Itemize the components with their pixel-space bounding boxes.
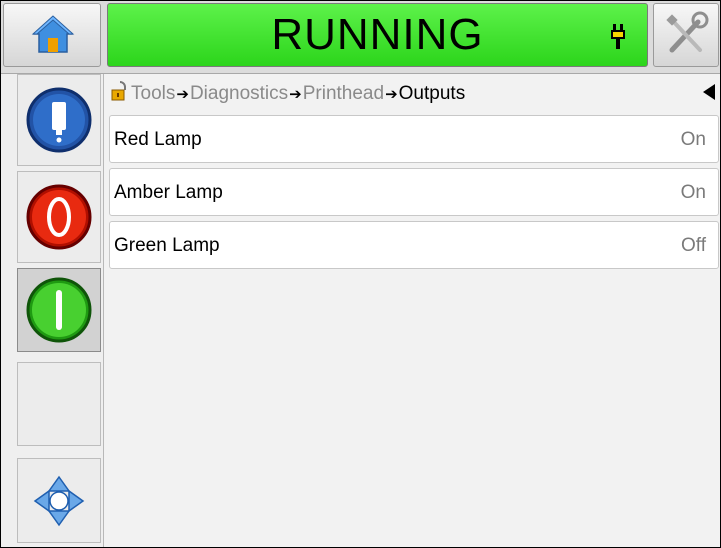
breadcrumb-item-printhead[interactable]: Printhead bbox=[303, 83, 384, 104]
home-button[interactable] bbox=[3, 3, 101, 67]
ink-status-button[interactable] bbox=[17, 74, 101, 166]
app-frame: RUNNING Tools➔Diagnostics➔Printhead➔Outp… bbox=[0, 0, 721, 548]
output-label: Amber Lamp bbox=[114, 182, 223, 203]
ink-plug-icon bbox=[611, 24, 625, 49]
list-item-red-lamp[interactable]: Red Lamp On bbox=[109, 115, 719, 163]
printer-status: RUNNING bbox=[271, 10, 484, 59]
unlocked-padlock-icon bbox=[111, 81, 126, 101]
tools-button[interactable] bbox=[653, 3, 719, 67]
output-value: On bbox=[680, 129, 706, 150]
sidebar bbox=[1, 74, 104, 547]
start-icon bbox=[26, 277, 92, 343]
breadcrumb-item-diagnostics[interactable]: Diagnostics bbox=[190, 83, 288, 104]
tools-icon bbox=[666, 11, 709, 53]
breadcrumb-item-outputs: Outputs bbox=[398, 83, 466, 104]
breadcrumb-item-tools[interactable]: Tools bbox=[131, 83, 175, 104]
navigation-button[interactable] bbox=[17, 458, 101, 543]
navigation-arrows-icon bbox=[33, 475, 85, 527]
back-arrow-icon[interactable] bbox=[703, 84, 715, 100]
output-label: Red Lamp bbox=[114, 129, 202, 150]
top-bar: RUNNING bbox=[1, 1, 720, 74]
status-bar[interactable]: RUNNING bbox=[107, 3, 648, 67]
breadcrumb-separator: ➔ bbox=[289, 86, 302, 103]
outputs-list: Red Lamp On Amber Lamp On Green Lamp Off bbox=[109, 115, 719, 274]
list-item-green-lamp[interactable]: Green Lamp Off bbox=[109, 221, 719, 269]
empty-sidebar-slot bbox=[17, 362, 101, 446]
output-value: Off bbox=[681, 235, 706, 256]
breadcrumb: Tools➔Diagnostics➔Printhead➔Outputs bbox=[111, 81, 719, 109]
start-button[interactable] bbox=[17, 268, 101, 352]
breadcrumb-separator: ➔ bbox=[385, 86, 398, 103]
stop-button[interactable] bbox=[17, 171, 101, 263]
output-label: Green Lamp bbox=[114, 235, 220, 256]
ink-bottle-icon bbox=[26, 87, 92, 153]
list-item-amber-lamp[interactable]: Amber Lamp On bbox=[109, 168, 719, 216]
stop-icon bbox=[26, 184, 92, 250]
breadcrumb-separator: ➔ bbox=[176, 86, 189, 103]
home-icon bbox=[31, 15, 75, 53]
output-value: On bbox=[680, 182, 706, 203]
